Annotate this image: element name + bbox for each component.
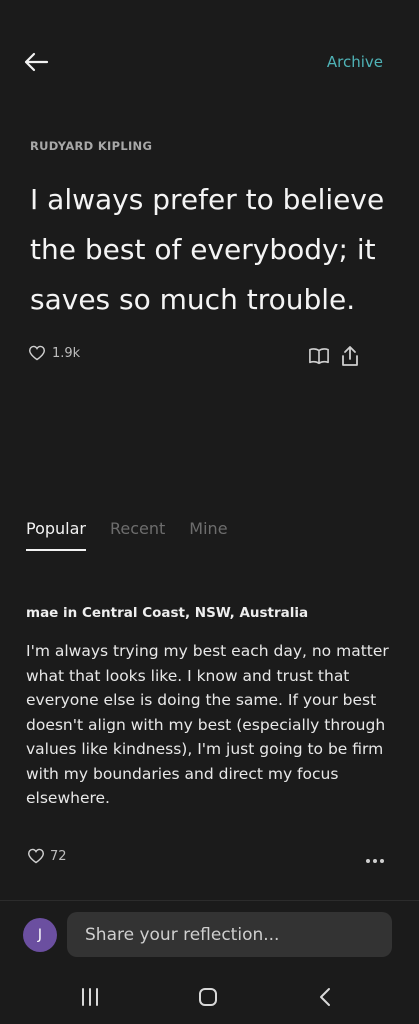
quote-author: RUDYARD KIPLING — [30, 139, 153, 153]
heart-icon — [28, 345, 46, 361]
share-button[interactable] — [340, 345, 364, 369]
recents-button[interactable] — [73, 980, 107, 1014]
tab-recent[interactable]: Recent — [110, 519, 165, 548]
recents-icon — [82, 988, 98, 1006]
divider — [0, 900, 419, 901]
book-button[interactable] — [308, 346, 332, 370]
reflection-tabs: Popular Recent Mine — [26, 519, 228, 551]
back-chevron-icon — [320, 988, 330, 1006]
reflection-like-count: 72 — [50, 848, 67, 864]
quote-like-button[interactable]: 1.9k — [28, 345, 80, 361]
share-icon — [342, 346, 358, 366]
reflection-input-box[interactable] — [67, 912, 392, 957]
tab-mine[interactable]: Mine — [189, 519, 227, 548]
more-dots-icon — [366, 859, 384, 863]
reflection-author: mae in Central Coast, NSW, Australia — [26, 605, 309, 621]
heart-icon — [27, 848, 45, 864]
quote-like-count: 1.9k — [52, 345, 81, 361]
quote-text: I always prefer to believe the best of e… — [30, 183, 385, 316]
arrow-left-icon — [24, 52, 49, 72]
more-options-button[interactable] — [365, 850, 389, 866]
back-button[interactable] — [18, 44, 54, 80]
reflection-input[interactable] — [67, 912, 392, 957]
home-icon — [199, 988, 217, 1006]
home-button[interactable] — [191, 980, 225, 1014]
book-icon — [309, 348, 329, 365]
system-back-button[interactable] — [308, 980, 342, 1014]
reflection-like-button[interactable]: 72 — [27, 848, 67, 864]
avatar: J — [23, 918, 57, 952]
archive-link[interactable]: Archive — [327, 53, 383, 71]
reflection-text: I'm always trying my best each day, no m… — [26, 642, 389, 807]
tab-popular[interactable]: Popular — [26, 519, 86, 551]
system-nav-bar — [0, 964, 419, 1024]
